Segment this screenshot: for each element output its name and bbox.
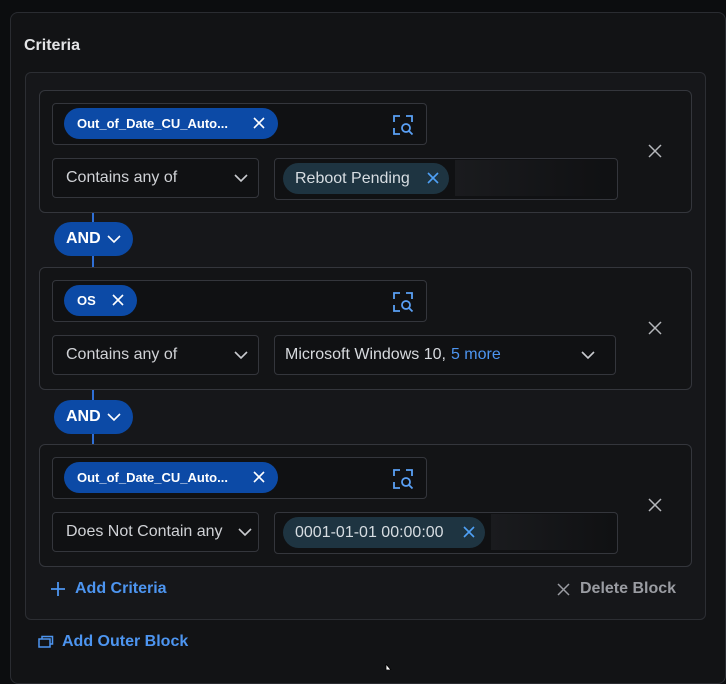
field-chip: OS <box>64 285 137 316</box>
chevron-down-icon <box>234 173 248 183</box>
operator-select[interactable]: Contains any of <box>52 158 259 198</box>
and-connector-dropdown[interactable]: AND <box>54 400 133 434</box>
connector-label: AND <box>66 408 101 425</box>
value-text: Microsoft Windows 10, <box>285 346 446 363</box>
close-icon[interactable] <box>251 115 267 131</box>
close-icon[interactable] <box>646 142 664 160</box>
close-icon[interactable] <box>110 292 126 308</box>
field-chip-label: OS <box>77 293 96 308</box>
value-select[interactable]: Microsoft Windows 10, 5 more <box>274 335 616 375</box>
close-icon <box>556 582 571 597</box>
and-connector-dropdown[interactable]: AND <box>54 222 133 256</box>
field-search-icon[interactable] <box>392 468 414 490</box>
value-input-area[interactable] <box>455 160 605 196</box>
panel-title: Criteria <box>24 37 81 54</box>
field-selector[interactable]: OS <box>52 280 427 322</box>
operator-select[interactable]: Does Not Contain any <box>52 512 259 552</box>
chevron-down-icon <box>234 350 248 360</box>
close-icon[interactable] <box>251 469 267 485</box>
add-criteria-label: Add Criteria <box>75 580 167 597</box>
close-icon[interactable] <box>462 525 476 539</box>
operator-label: Contains any of <box>66 346 178 363</box>
operator-label: Contains any of <box>66 169 178 186</box>
field-search-icon[interactable] <box>392 114 414 136</box>
value-more-link[interactable]: 5 more <box>451 346 501 364</box>
field-chip: Out_of_Date_CU_Auto... <box>64 462 278 493</box>
layers-icon <box>38 635 54 649</box>
value-input-area[interactable] <box>491 514 611 550</box>
chevron-down-icon <box>238 527 252 537</box>
value-chip: Reboot Pending <box>283 163 449 194</box>
criteria-block-1: Out_of_Date_CU_Auto... Contains any of R… <box>39 90 692 213</box>
field-search-icon[interactable] <box>392 291 414 313</box>
close-icon[interactable] <box>646 319 664 337</box>
criteria-block-3: Out_of_Date_CU_Auto... Does Not Contain … <box>39 444 692 567</box>
close-icon[interactable] <box>646 496 664 514</box>
field-chip-label: Out_of_Date_CU_Auto... <box>77 116 228 131</box>
chevron-down-icon <box>107 234 121 244</box>
add-outer-block-button[interactable]: Add Outer Block <box>38 633 188 651</box>
chevron-down-icon <box>107 412 121 422</box>
close-icon[interactable] <box>426 171 440 185</box>
plus-icon <box>50 581 66 597</box>
field-selector[interactable]: Out_of_Date_CU_Auto... <box>52 103 427 145</box>
value-chip: 0001-01-01 00:00:00 <box>283 517 485 548</box>
operator-label: Does Not Contain any <box>66 523 223 540</box>
chevron-down-icon <box>581 350 595 360</box>
add-criteria-button[interactable]: Add Criteria <box>50 580 167 598</box>
value-field[interactable]: 0001-01-01 00:00:00 <box>274 512 618 554</box>
add-outer-block-label: Add Outer Block <box>62 633 189 650</box>
operator-select[interactable]: Contains any of <box>52 335 259 375</box>
delete-block-label: Delete Block <box>580 580 677 597</box>
value-chip-label: Reboot Pending <box>295 169 410 187</box>
delete-block-button[interactable]: Delete Block <box>556 580 676 598</box>
field-selector[interactable]: Out_of_Date_CU_Auto... <box>52 457 427 499</box>
field-chip: Out_of_Date_CU_Auto... <box>64 108 278 139</box>
mouse-cursor <box>385 664 393 670</box>
connector-label: AND <box>66 230 101 247</box>
value-chip-label: 0001-01-01 00:00:00 <box>295 523 444 541</box>
criteria-block-2: OS Contains any of Microsoft Windows 10,… <box>39 267 692 390</box>
value-field[interactable]: Reboot Pending <box>274 158 618 200</box>
field-chip-label: Out_of_Date_CU_Auto... <box>77 470 228 485</box>
